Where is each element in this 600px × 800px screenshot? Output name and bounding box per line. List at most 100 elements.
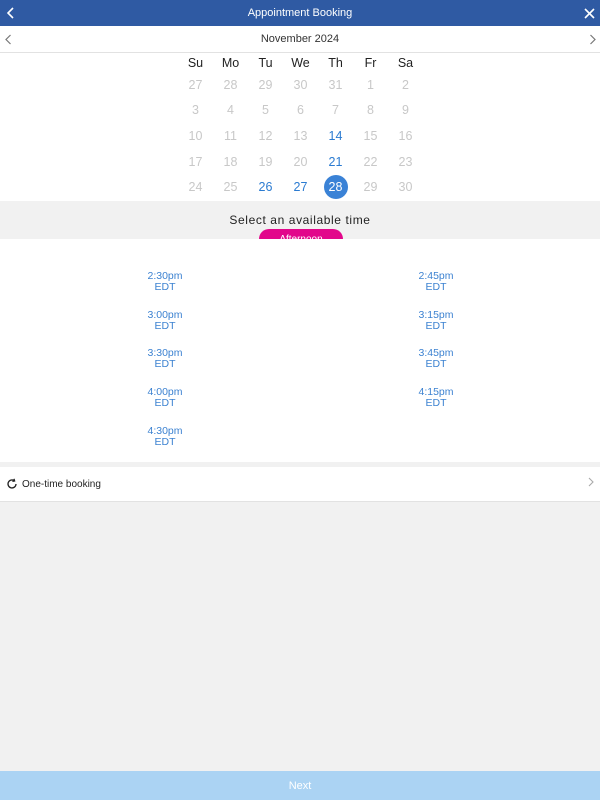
unavailable-day: 11: [213, 123, 248, 149]
unavailable-day: 9: [388, 98, 423, 124]
day-number: 14: [328, 128, 343, 143]
unavailable-day: 30: [388, 174, 423, 200]
month-label: November 2024: [260, 33, 340, 45]
time-slot-button[interactable]: 3:00pm EDT: [130, 309, 200, 332]
day-number: 29: [258, 77, 273, 92]
one-time-booking-row[interactable]: One-time booking: [0, 467, 600, 502]
unavailable-day: 19: [248, 149, 283, 175]
slot-timezone: EDT: [425, 358, 447, 371]
time-slot-button[interactable]: 2:45pm EDT: [401, 271, 471, 293]
refresh-icon: [6, 478, 18, 490]
unavailable-day: 15: [353, 123, 388, 149]
day-number: 15: [363, 128, 378, 143]
next-month-button[interactable]: [584, 26, 600, 52]
unavailable-day: 17: [178, 149, 213, 175]
time-section-heading: Select an available time: [229, 213, 371, 227]
day-number: 27: [188, 77, 203, 92]
day-number: 7: [332, 103, 339, 118]
unavailable-day: 20: [283, 149, 318, 175]
month-navigation: November 2024: [0, 26, 600, 53]
selected-day[interactable]: 28: [318, 174, 353, 200]
day-number: 12: [258, 128, 273, 143]
calendar-week-row: 17 18 19 20 21 22 23: [178, 149, 423, 175]
unavailable-day: 18: [213, 149, 248, 175]
calendar: November 2024 Su Mo Tu We Th Fr Sa 27 28 29 30 31 1…: [0, 26, 600, 201]
day-number: 25: [223, 180, 238, 195]
weekday-label: Sa: [397, 56, 414, 70]
time-selection-header: Select an available time Afternoon: [0, 201, 600, 249]
unavailable-day: 31: [318, 72, 353, 98]
unavailable-day: 12: [248, 123, 283, 149]
unavailable-day: 1: [353, 72, 388, 98]
available-day[interactable]: 14: [318, 123, 353, 149]
available-day[interactable]: 26: [248, 174, 283, 200]
time-slot-list: 2:30pm EDT 2:45pm EDT 3:00pm EDT 3:15pm EDT 3:30…: [0, 239, 600, 462]
unavailable-day: 8: [353, 98, 388, 124]
slot-timezone: EDT: [425, 319, 447, 332]
weekday-label: Th: [328, 56, 343, 70]
unavailable-day: 30: [283, 72, 318, 98]
unavailable-day: 13: [283, 123, 318, 149]
day-number: 2: [402, 77, 409, 92]
day-number: 21: [328, 154, 343, 169]
time-slot-button[interactable]: 3:45pm EDT: [401, 348, 471, 370]
day-number: 10: [188, 128, 203, 143]
day-number: 5: [262, 103, 269, 118]
slot-timezone: EDT: [154, 358, 176, 371]
day-number: 28: [223, 77, 238, 92]
weekday-label: We: [291, 56, 310, 70]
day-number: 30: [398, 180, 413, 195]
day-number: 20: [293, 154, 308, 169]
title-bar: Appointment Booking: [0, 0, 600, 26]
time-slot-button[interactable]: 3:30pm EDT: [130, 348, 200, 370]
day-number: 8: [367, 103, 374, 118]
day-number: 19: [258, 154, 273, 169]
unavailable-day: 16: [388, 123, 423, 149]
weekday-label: Su: [187, 56, 204, 70]
time-slot-button[interactable]: 4:15pm EDT: [401, 387, 471, 409]
available-day[interactable]: 27: [283, 174, 318, 200]
unavailable-day: 25: [213, 174, 248, 200]
day-number: 6: [297, 103, 304, 118]
day-number: 23: [398, 154, 413, 169]
unavailable-day: 29: [353, 174, 388, 200]
calendar-week-row: 3 4 5 6 7 8 9: [178, 98, 423, 124]
day-number: 30: [293, 77, 308, 92]
close-icon: [583, 7, 595, 19]
time-slot-button[interactable]: 4:00pm EDT: [130, 387, 200, 409]
slot-timezone: EDT: [425, 281, 447, 293]
unavailable-day: 3: [178, 98, 213, 124]
page-title: Appointment Booking: [247, 7, 353, 19]
previous-month-button[interactable]: [0, 26, 16, 52]
day-number: 11: [224, 128, 237, 143]
chevron-right-icon: [588, 477, 594, 490]
day-number: 4: [227, 103, 234, 118]
unavailable-day: 28: [213, 72, 248, 98]
day-number: 26: [258, 180, 273, 195]
day-number: 29: [363, 180, 378, 195]
day-number: 1: [367, 77, 374, 92]
close-button[interactable]: [578, 0, 600, 26]
day-number: 24: [188, 180, 203, 195]
back-button[interactable]: [0, 0, 22, 26]
time-slot-button[interactable]: 4:30pm EDT: [130, 425, 200, 448]
chevron-left-icon: [4, 34, 11, 44]
unavailable-day: 29: [248, 72, 283, 98]
calendar-week-row: 27 28 29 30 31 1 2: [178, 72, 423, 98]
unavailable-day: 27: [178, 72, 213, 98]
next-button[interactable]: Next: [0, 771, 600, 800]
available-day[interactable]: 21: [318, 149, 353, 175]
day-number: 17: [188, 154, 203, 169]
day-number: 9: [402, 103, 409, 118]
day-number: 31: [328, 77, 343, 92]
slot-timezone: EDT: [154, 281, 176, 293]
slot-timezone: EDT: [154, 397, 176, 410]
unavailable-day: 10: [178, 123, 213, 149]
unavailable-day: 24: [178, 174, 213, 200]
day-number: 27: [293, 180, 308, 195]
booking-type-label: One-time booking: [22, 478, 101, 490]
day-number: 13: [293, 128, 308, 143]
time-slot-button[interactable]: 2:30pm EDT: [130, 271, 200, 293]
day-number: 16: [398, 128, 413, 143]
time-slot-button[interactable]: 3:15pm EDT: [401, 309, 471, 332]
